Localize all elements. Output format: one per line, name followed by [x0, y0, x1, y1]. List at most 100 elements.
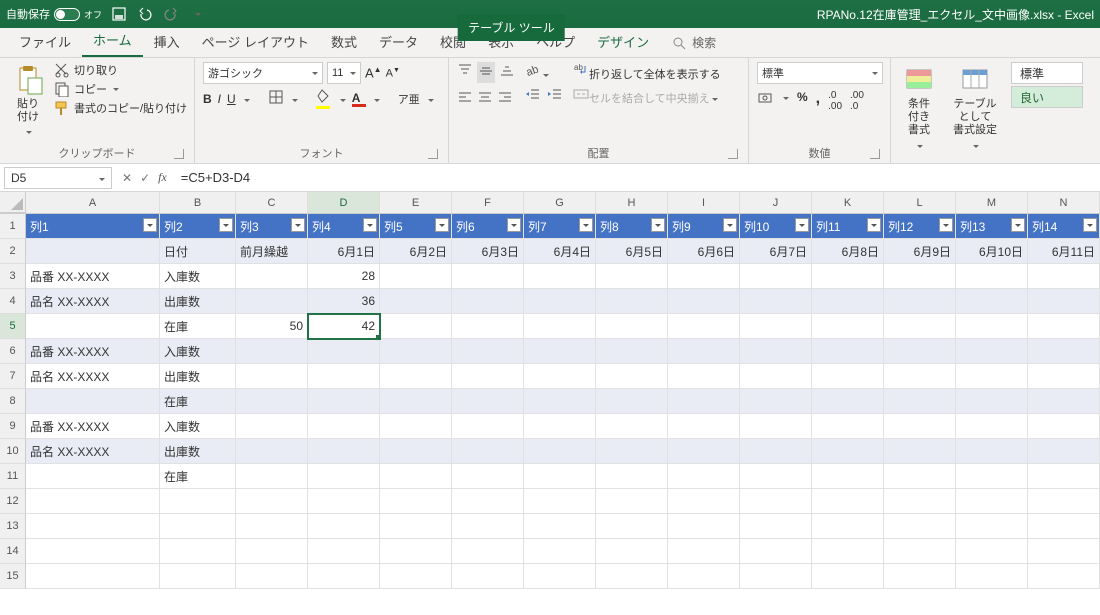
col-header[interactable]: N [1028, 192, 1100, 213]
col-header[interactable]: M [956, 192, 1028, 213]
filter-dropdown-icon[interactable] [363, 218, 377, 232]
table-header[interactable]: 列7 [524, 214, 596, 239]
col-header[interactable]: B [160, 192, 236, 213]
indent-decrease-icon[interactable] [525, 87, 541, 106]
filter-dropdown-icon[interactable] [939, 218, 953, 232]
enter-icon[interactable]: ✓ [140, 171, 150, 185]
fx-icon[interactable]: fx [158, 170, 167, 185]
filter-dropdown-icon[interactable] [291, 218, 305, 232]
table-header[interactable]: 列14 [1028, 214, 1100, 239]
fill-color-button[interactable] [316, 88, 332, 109]
align-center-icon[interactable] [477, 89, 493, 108]
align-middle-icon[interactable] [477, 62, 495, 83]
qat-customize-icon[interactable] [188, 5, 206, 23]
table-header[interactable]: 列9 [668, 214, 740, 239]
orientation-icon[interactable]: ab [525, 67, 541, 81]
table-header[interactable]: 列13 [956, 214, 1028, 239]
search-box[interactable]: 検索 [672, 28, 716, 57]
col-header[interactable]: A [26, 192, 160, 213]
font-size-select[interactable]: 11 [327, 62, 361, 84]
cut-button[interactable]: 切り取り [54, 62, 187, 78]
percent-icon[interactable]: % [797, 90, 808, 112]
col-header[interactable]: C [236, 192, 308, 213]
indent-increase-icon[interactable] [547, 87, 563, 106]
table-header[interactable]: 列12 [884, 214, 956, 239]
menu-formula[interactable]: 数式 [320, 26, 368, 57]
filter-dropdown-icon[interactable] [435, 218, 449, 232]
col-header[interactable]: K [812, 192, 884, 213]
decimal-inc-icon[interactable]: .0.00 [828, 90, 842, 112]
italic-button[interactable]: I [218, 92, 221, 106]
filter-dropdown-icon[interactable] [143, 218, 157, 232]
table-header[interactable]: 列4 [308, 214, 380, 239]
name-box[interactable]: D5 [4, 167, 112, 189]
conditional-format-button[interactable]: 条件付き 書式 [899, 62, 939, 155]
table-header[interactable]: 列2 [160, 214, 236, 239]
select-all[interactable] [0, 192, 26, 213]
border-button[interactable] [268, 89, 284, 108]
formula-bar[interactable]: =C5+D3-D4 [173, 170, 258, 185]
selected-cell[interactable]: 42 [308, 314, 380, 339]
style-standard[interactable]: 標準 [1011, 62, 1083, 84]
wrap-text-button[interactable]: ab折り返して全体を表示する [573, 62, 721, 82]
font-color-button[interactable]: A [352, 91, 366, 107]
filter-dropdown-icon[interactable] [867, 218, 881, 232]
menu-file[interactable]: ファイル [8, 26, 82, 57]
filter-dropdown-icon[interactable] [1011, 218, 1025, 232]
col-header[interactable]: E [380, 192, 452, 213]
fill-handle[interactable] [376, 335, 380, 339]
menu-insert[interactable]: 挿入 [143, 26, 191, 57]
col-header[interactable]: G [524, 192, 596, 213]
menu-layout[interactable]: ページ レイアウト [191, 26, 320, 57]
filter-dropdown-icon[interactable] [219, 218, 233, 232]
filter-dropdown-icon[interactable] [795, 218, 809, 232]
shrink-font-icon[interactable]: A▼ [386, 67, 400, 80]
menu-home[interactable]: ホーム [82, 24, 143, 57]
worksheet[interactable]: A B C D E F G H I J K L M N 1 列1 列2 列3 列… [0, 192, 1100, 589]
table-header[interactable]: 列1 [26, 214, 160, 239]
style-good[interactable]: 良い [1011, 86, 1083, 108]
col-header[interactable]: I [668, 192, 740, 213]
font-name-select[interactable]: 游ゴシック [203, 62, 323, 84]
cancel-icon[interactable]: ✕ [122, 171, 132, 185]
format-table-button[interactable]: テーブルとして 書式設定 [945, 62, 1005, 155]
format-painter-button[interactable]: 書式のコピー/貼り付け [54, 100, 187, 116]
decimal-dec-icon[interactable]: .00.0 [850, 90, 864, 112]
col-header[interactable]: H [596, 192, 668, 213]
copy-button[interactable]: コピー [54, 81, 187, 97]
align-bottom-icon[interactable] [499, 62, 515, 83]
phonetic-button[interactable]: ア亜 [398, 91, 420, 107]
save-icon[interactable] [110, 5, 128, 23]
align-top-icon[interactable] [457, 62, 473, 83]
align-left-icon[interactable] [457, 89, 473, 108]
col-header[interactable]: F [452, 192, 524, 213]
table-header[interactable]: 列6 [452, 214, 524, 239]
autosave-toggle[interactable]: 自動保存 オフ [6, 6, 102, 22]
table-header[interactable]: 列5 [380, 214, 452, 239]
filter-dropdown-icon[interactable] [651, 218, 665, 232]
grow-font-icon[interactable]: A▲ [365, 65, 382, 80]
align-right-icon[interactable] [497, 89, 513, 108]
filter-dropdown-icon[interactable] [579, 218, 593, 232]
undo-icon[interactable] [136, 5, 154, 23]
menu-design[interactable]: デザイン [586, 26, 660, 57]
paste-button[interactable]: 貼り付け [8, 62, 48, 142]
merge-center-button[interactable]: セルを結合して中央揃え [573, 86, 721, 106]
currency-icon[interactable] [757, 90, 773, 112]
comma-icon[interactable]: , [816, 90, 820, 112]
bold-button[interactable]: B [203, 92, 212, 106]
col-header[interactable]: D [308, 192, 380, 213]
table-header[interactable]: 列8 [596, 214, 668, 239]
col-header[interactable]: J [740, 192, 812, 213]
filter-dropdown-icon[interactable] [723, 218, 737, 232]
table-header[interactable]: 列11 [812, 214, 884, 239]
filter-dropdown-icon[interactable] [1083, 218, 1097, 232]
menu-data[interactable]: データ [368, 26, 429, 57]
table-header[interactable]: 列3 [236, 214, 308, 239]
filter-dropdown-icon[interactable] [507, 218, 521, 232]
redo-icon[interactable] [162, 5, 180, 23]
col-header[interactable]: L [884, 192, 956, 213]
number-format-select[interactable]: 標準 [757, 62, 883, 84]
table-header[interactable]: 列10 [740, 214, 812, 239]
underline-button[interactable]: U [227, 92, 236, 106]
